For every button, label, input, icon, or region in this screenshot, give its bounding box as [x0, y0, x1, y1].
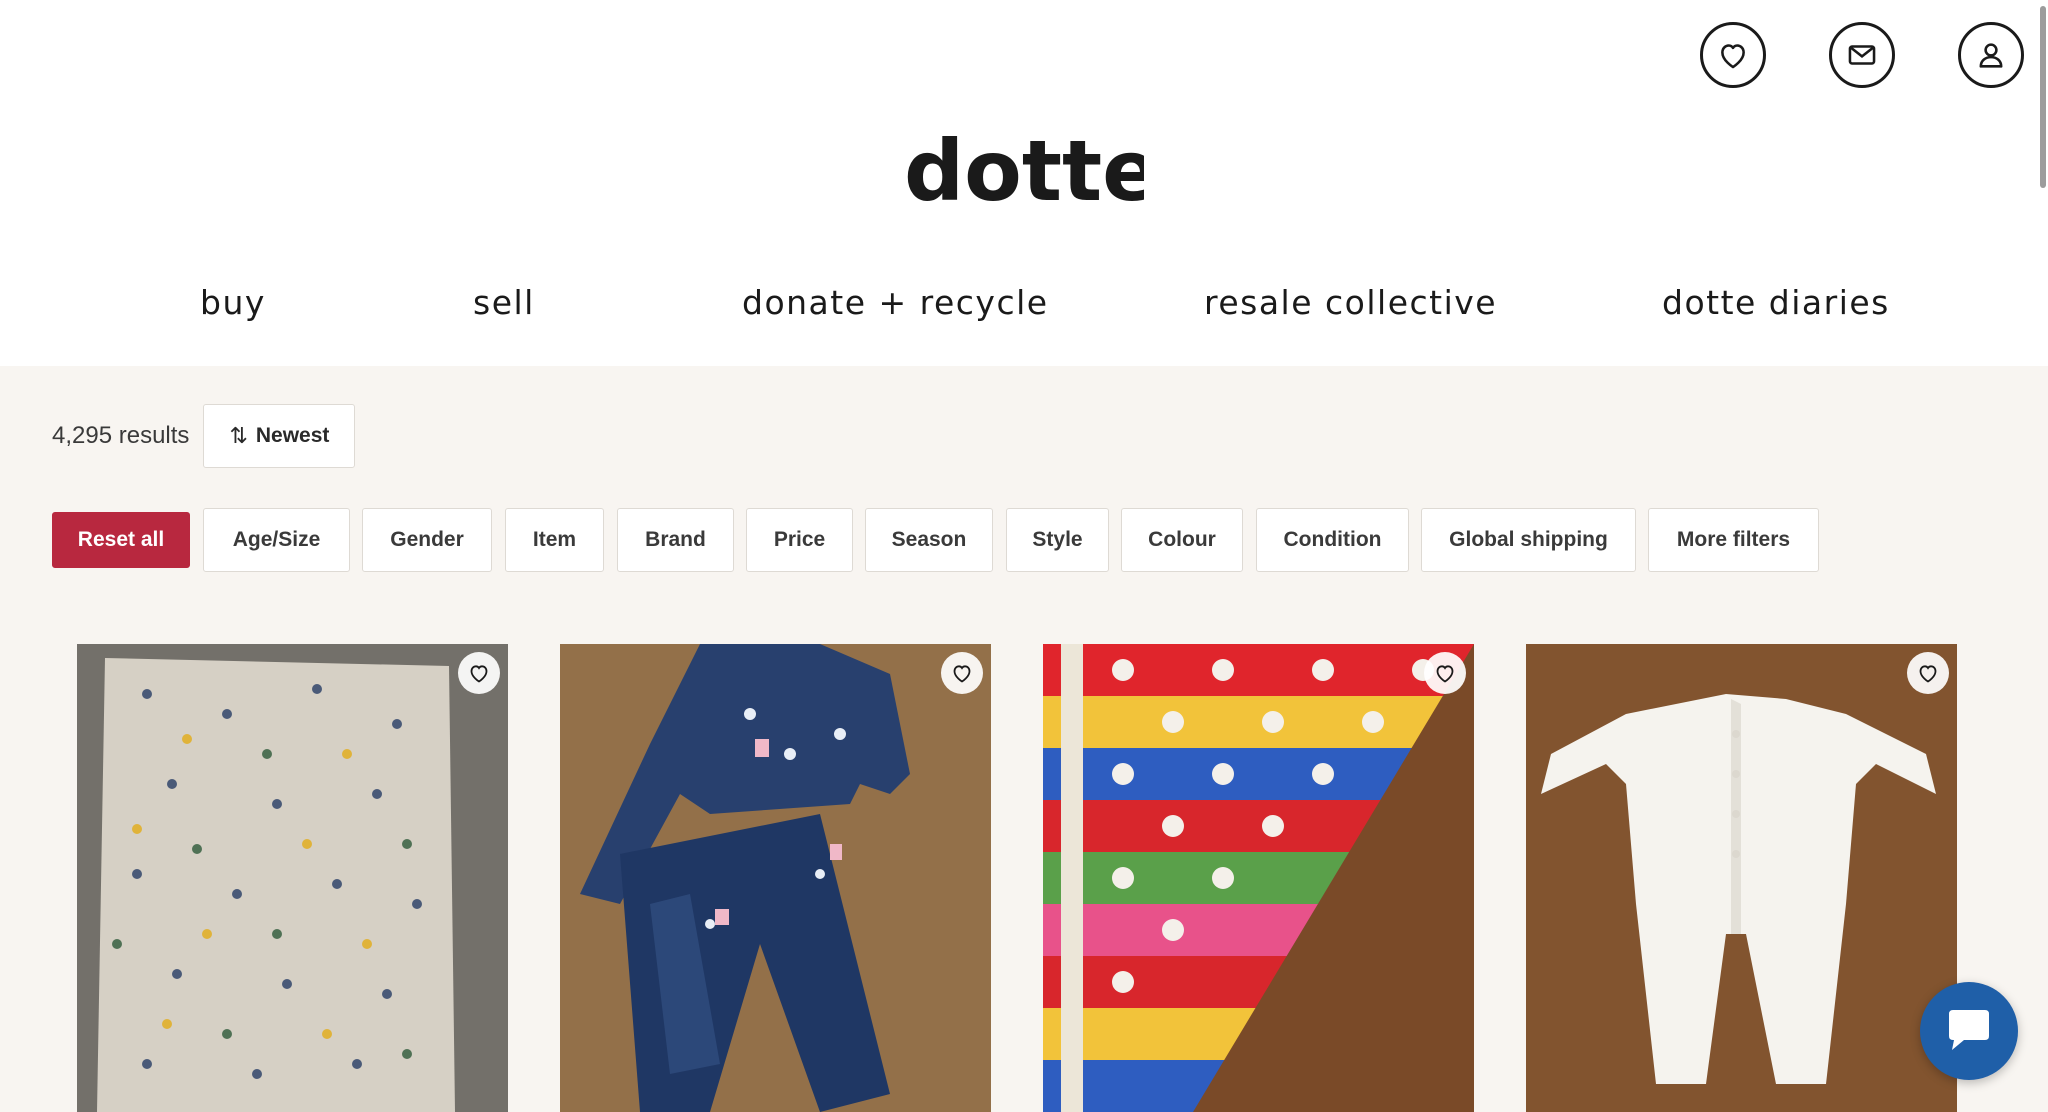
- page: dotte buy sell donate + recycle resale c…: [0, 0, 2048, 1112]
- main-nav: buy sell donate + recycle resale collect…: [0, 283, 2048, 333]
- wishlist-button[interactable]: [1700, 22, 1766, 88]
- nav-sell[interactable]: sell: [473, 283, 535, 322]
- product-image-white-sleepsuit: [1526, 644, 1957, 1112]
- heart-outline-icon: [953, 665, 971, 683]
- filter-global-shipping[interactable]: Global shipping: [1421, 508, 1636, 572]
- heart-outline-icon: [470, 665, 488, 683]
- sort-button[interactable]: ⇅ Newest: [203, 404, 356, 468]
- product-grid: [0, 644, 2048, 1112]
- chat-bubble-icon: [1949, 1010, 1989, 1050]
- reset-all-button[interactable]: Reset all: [52, 512, 190, 568]
- product-image-denim-set: [560, 644, 991, 1112]
- filter-brand[interactable]: Brand: [617, 508, 734, 572]
- nav-donate-recycle[interactable]: donate + recycle: [742, 283, 1049, 322]
- sort-label: Newest: [255, 424, 330, 447]
- filter-condition[interactable]: Condition: [1256, 508, 1409, 572]
- heart-outline-icon: [1436, 665, 1454, 683]
- account-button[interactable]: [1958, 22, 2024, 88]
- favorite-button[interactable]: [1907, 652, 1949, 694]
- user-icon: [1979, 43, 2003, 68]
- filter-season[interactable]: Season: [865, 508, 993, 572]
- favorite-button[interactable]: [1424, 652, 1466, 694]
- scrollbar-thumb[interactable]: [2040, 6, 2046, 188]
- filter-style[interactable]: Style: [1006, 508, 1109, 572]
- logo-text: dotte: [904, 122, 1144, 218]
- site-header: dotte buy sell donate + recycle resale c…: [0, 0, 2048, 366]
- header-icon-bar: [1700, 22, 2030, 88]
- page-scrollbar[interactable]: [2038, 0, 2048, 1112]
- filter-colour[interactable]: Colour: [1121, 508, 1243, 572]
- filter-more-filters[interactable]: More filters: [1648, 508, 1819, 572]
- sort-arrows-icon: ⇅: [229, 423, 248, 448]
- product-card[interactable]: [560, 644, 991, 1112]
- chat-button[interactable]: [1920, 982, 2018, 1080]
- results-count: 4,295 results: [52, 422, 190, 449]
- product-image-dino-blanket: [77, 644, 508, 1112]
- favorite-button[interactable]: [458, 652, 500, 694]
- results-toolbar: 4,295 results ⇅ Newest: [52, 404, 356, 468]
- filter-price[interactable]: Price: [746, 508, 853, 572]
- nav-buy[interactable]: buy: [200, 283, 266, 322]
- filter-item[interactable]: Item: [505, 508, 604, 572]
- nav-resale-collective[interactable]: resale collective: [1204, 283, 1497, 322]
- listing-area: 4,295 results ⇅ Newest Reset all Age/Siz…: [0, 366, 2048, 1112]
- envelope-icon: [1848, 45, 1876, 65]
- filter-age-size[interactable]: Age/Size: [203, 508, 350, 572]
- product-card[interactable]: [77, 644, 508, 1112]
- heart-outline-icon: [1919, 665, 1937, 683]
- dotte-logo[interactable]: dotte: [0, 118, 2048, 218]
- messages-button[interactable]: [1829, 22, 1895, 88]
- nav-dotte-diaries[interactable]: dotte diaries: [1662, 283, 1890, 322]
- product-card[interactable]: [1043, 644, 1474, 1112]
- logo-wordmark: dotte: [904, 122, 1144, 218]
- product-card[interactable]: [1526, 644, 1957, 1112]
- favorite-button[interactable]: [941, 652, 983, 694]
- product-image-rainbow-blanket: [1043, 644, 1474, 1112]
- filter-gender[interactable]: Gender: [362, 508, 492, 572]
- heart-icon: [1721, 44, 1745, 69]
